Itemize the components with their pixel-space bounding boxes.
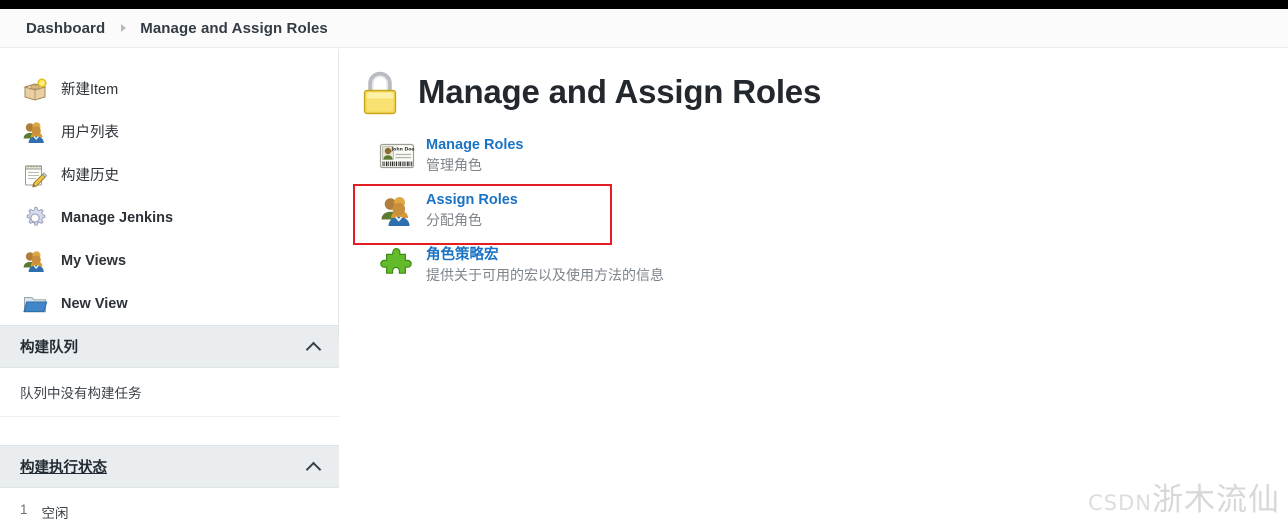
people-icon [379, 193, 415, 229]
folder-icon [22, 291, 48, 317]
task-text: 角色策略宏 提供关于可用的宏以及使用方法的信息 [426, 245, 664, 285]
sidebar-item-my-views[interactable]: My Views [0, 239, 339, 282]
task-title-assign-roles[interactable]: Assign Roles [426, 191, 518, 209]
chevron-up-icon[interactable] [307, 460, 321, 474]
build-queue-empty-message: 队列中没有构建任务 [0, 368, 339, 417]
sidebar: 新建Item 用户列表 构建历史 Manage Jenkins My Views… [0, 49, 339, 525]
sidebar-item-new-view[interactable]: New View [0, 282, 339, 325]
task-description: 分配角色 [426, 212, 482, 228]
sidebar-item-label: 用户列表 [61, 125, 119, 141]
build-queue-widget: 构建队列 队列中没有构建任务 [0, 325, 339, 417]
task-title-manage-roles[interactable]: Manage Roles [426, 136, 524, 154]
sidebar-item-label: 构建历史 [61, 168, 119, 184]
build-executor-widget: 构建执行状态 1 空闲 [0, 445, 339, 525]
page-title: Manage and Assign Roles [418, 73, 822, 110]
sidebar-item-build-history[interactable]: 构建历史 [0, 153, 339, 196]
sidebar-item-manage-jenkins[interactable]: Manage Jenkins [0, 196, 339, 239]
build-executor-list: 1 空闲 [0, 488, 339, 525]
build-queue-header[interactable]: 构建队列 [0, 325, 339, 368]
gear-icon [22, 205, 48, 231]
chevron-up-icon[interactable] [307, 340, 321, 354]
id-card-icon: John Doe [379, 138, 415, 174]
build-queue-title: 构建队列 [20, 340, 78, 356]
build-executor-header[interactable]: 构建执行状态 [0, 445, 339, 488]
sidebar-item-user-list[interactable]: 用户列表 [0, 110, 339, 153]
chevron-right-icon [121, 24, 127, 32]
people-icon [22, 119, 48, 145]
people-icon [22, 248, 48, 274]
build-executor-title[interactable]: 构建执行状态 [20, 456, 107, 477]
watermark-text: 浙木流仙 [1152, 482, 1280, 518]
executor-row: 1 空闲 [20, 502, 339, 522]
sidebar-item-label: New View [61, 295, 128, 312]
svg-text:John Doe: John Doe [390, 146, 414, 152]
task-description: 提供关于可用的宏以及使用方法的信息 [426, 267, 664, 283]
sidebar-item-label: 新建Item [61, 82, 119, 98]
notepad-pencil-icon [22, 162, 48, 188]
task-text: Assign Roles 分配角色 [426, 190, 518, 230]
executor-number: 1 [20, 502, 28, 517]
page-title-row: Manage and Assign Roles [358, 67, 1288, 117]
main-content: Manage and Assign Roles John Doe Manage … [339, 49, 1288, 525]
task-assign-roles[interactable]: Assign Roles 分配角色 [379, 190, 1288, 241]
breadcrumb-dashboard[interactable]: Dashboard [26, 20, 105, 37]
task-list: John Doe Manage Roles 管理角色 Assign Roles … [353, 135, 1288, 296]
task-role-strategy-macros[interactable]: 角色策略宏 提供关于可用的宏以及使用方法的信息 [379, 245, 1288, 296]
widget-spacer [0, 417, 339, 445]
breadcrumb-manage-assign-roles[interactable]: Manage and Assign Roles [140, 20, 328, 37]
executor-status: 空闲 [41, 506, 69, 521]
new-item-icon [22, 76, 48, 102]
puzzle-piece-icon [379, 248, 415, 284]
sidebar-item-new-item[interactable]: 新建Item [0, 67, 339, 110]
breadcrumb: Dashboard Manage and Assign Roles [0, 9, 1288, 48]
task-manage-roles[interactable]: John Doe Manage Roles 管理角色 [379, 135, 1288, 186]
task-title-role-strategy-macros[interactable]: 角色策略宏 [426, 246, 664, 264]
task-description: 管理角色 [426, 157, 482, 173]
watermark: CSDN浙木流仙 [1088, 474, 1280, 519]
task-text: Manage Roles 管理角色 [426, 135, 524, 175]
sidebar-item-label: Manage Jenkins [61, 209, 174, 226]
jenkins-page: Dashboard Manage and Assign Roles 新建Item [0, 0, 1288, 525]
watermark-prefix: CSDN [1088, 491, 1152, 515]
sidebar-nav: 新建Item 用户列表 构建历史 Manage Jenkins My Views… [0, 49, 339, 325]
top-black-strip [0, 0, 1288, 9]
sidebar-item-label: My Views [61, 252, 127, 269]
lock-icon [358, 67, 402, 117]
